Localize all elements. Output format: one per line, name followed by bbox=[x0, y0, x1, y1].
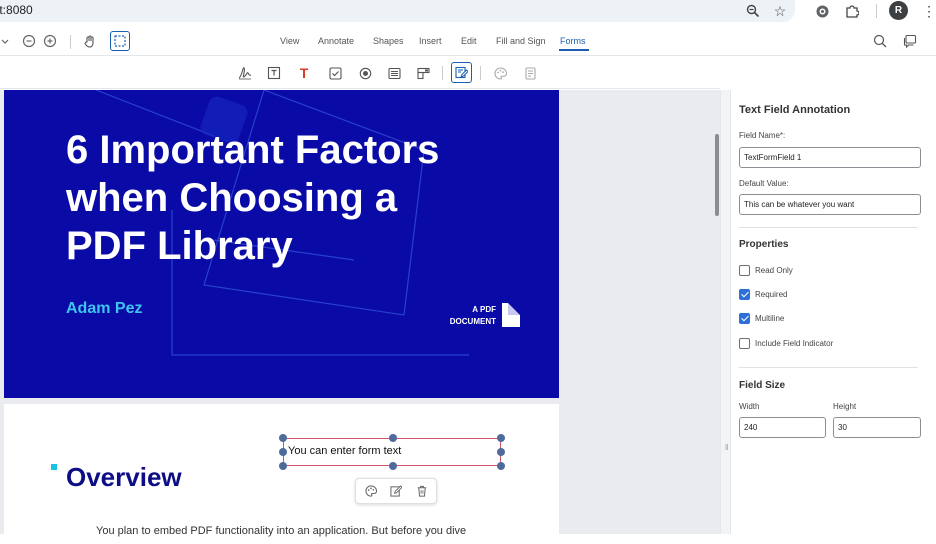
style-palette-icon[interactable] bbox=[362, 482, 380, 500]
field-context-toolbar bbox=[355, 478, 437, 504]
app-menubar: View Annotate Shapes Insert Edit Fill an… bbox=[0, 29, 936, 56]
kebab-menu-icon[interactable]: ⋮ bbox=[920, 2, 936, 20]
height-label: Height bbox=[833, 402, 857, 411]
zoom-icon[interactable] bbox=[744, 2, 762, 20]
multiline-label[interactable]: Multiline bbox=[755, 314, 784, 323]
overview-heading: Overview bbox=[66, 462, 182, 492]
divider bbox=[442, 66, 443, 80]
tab-insert[interactable]: Insert bbox=[419, 36, 442, 46]
panel-title: Text Field Annotation bbox=[739, 104, 851, 116]
active-tab-indicator bbox=[559, 49, 589, 51]
chevron-down-icon[interactable] bbox=[0, 33, 10, 51]
comments-icon[interactable] bbox=[901, 32, 919, 50]
forms-toolbar: T bbox=[0, 57, 720, 89]
list-field-icon[interactable] bbox=[385, 64, 403, 82]
width-input[interactable]: 240 bbox=[739, 417, 826, 438]
resize-handle-se[interactable] bbox=[497, 462, 505, 470]
trash-icon[interactable] bbox=[413, 482, 431, 500]
field-name-input[interactable]: TextFormField 1 bbox=[739, 147, 921, 168]
combo-field-icon[interactable] bbox=[414, 64, 432, 82]
read-only-label[interactable]: Read Only bbox=[755, 266, 793, 275]
url-text[interactable]: host:8080 bbox=[0, 3, 33, 17]
divider bbox=[739, 227, 918, 228]
read-only-checkbox[interactable] bbox=[739, 265, 750, 276]
form-properties-icon[interactable] bbox=[521, 64, 539, 82]
cover-badge-line1: A PDF bbox=[472, 305, 496, 314]
cover-badge: A PDF DOCUMENT bbox=[438, 304, 496, 328]
profile-avatar[interactable]: R bbox=[889, 1, 908, 20]
style-palette-icon[interactable] bbox=[491, 64, 509, 82]
divider bbox=[70, 35, 71, 49]
marquee-select-icon[interactable] bbox=[110, 31, 130, 51]
resize-handle-nw[interactable] bbox=[279, 434, 287, 442]
tab-forms[interactable]: Forms bbox=[560, 36, 586, 46]
document-scrollbar[interactable] bbox=[715, 134, 719, 216]
profile-initial: R bbox=[894, 5, 903, 16]
divider bbox=[876, 4, 877, 18]
heading-bullet bbox=[51, 464, 57, 470]
pdf-page-overview: Overview You plan to embed PDF functiona… bbox=[4, 404, 559, 544]
resize-handle-sw[interactable] bbox=[279, 462, 287, 470]
puzzle-icon[interactable] bbox=[843, 2, 861, 20]
field-name-label: Field Name*: bbox=[739, 131, 786, 140]
pan-hand-icon[interactable] bbox=[81, 32, 99, 50]
radio-field-icon[interactable] bbox=[356, 64, 374, 82]
cover-title-line: when Choosing a bbox=[66, 176, 398, 220]
signature-field-icon[interactable] bbox=[236, 64, 254, 82]
panel-splitter[interactable]: ‖ bbox=[720, 90, 731, 534]
resize-handle-w[interactable] bbox=[279, 448, 287, 456]
edit-pencil-icon[interactable] bbox=[387, 482, 405, 500]
divider bbox=[480, 66, 481, 80]
tab-annotate[interactable]: Annotate bbox=[318, 36, 354, 46]
resize-handle-n[interactable] bbox=[389, 434, 397, 442]
body-paragraph: You plan to embed PDF functionality into… bbox=[96, 525, 467, 537]
annotation-properties-panel: Text Field Annotation Field Name*: TextF… bbox=[731, 90, 936, 534]
resize-handle-s[interactable] bbox=[389, 462, 397, 470]
properties-heading: Properties bbox=[739, 239, 789, 250]
field-size-heading: Field Size bbox=[739, 380, 786, 391]
star-icon[interactable]: ☆ bbox=[771, 2, 789, 20]
divider bbox=[739, 367, 918, 368]
pdf-page-cover: 6 Important Factors when Choosing a PDF … bbox=[4, 90, 559, 398]
extension-icon[interactable] bbox=[813, 2, 831, 20]
width-label: Width bbox=[739, 402, 760, 411]
form-field-text[interactable]: You can enter form text bbox=[288, 445, 401, 457]
multiline-checkbox[interactable] bbox=[739, 313, 750, 324]
default-value-label: Default Value: bbox=[739, 179, 789, 188]
tab-edit[interactable]: Edit bbox=[461, 36, 477, 46]
tab-fill-and-sign[interactable]: Fill and Sign bbox=[496, 36, 546, 46]
include-field-indicator-label[interactable]: Include Field Indicator bbox=[755, 339, 833, 348]
checkbox-field-icon[interactable] bbox=[326, 64, 344, 82]
zoom-in-icon[interactable] bbox=[41, 32, 59, 50]
required-label[interactable]: Required bbox=[755, 290, 787, 299]
zoom-out-icon[interactable] bbox=[20, 32, 38, 50]
search-icon[interactable] bbox=[871, 32, 889, 50]
text-tool-icon[interactable]: T bbox=[295, 64, 313, 82]
cover-title-line: 6 Important Factors bbox=[66, 128, 440, 172]
tab-shapes[interactable]: Shapes bbox=[373, 36, 404, 46]
address-bar[interactable]: host:8080 bbox=[0, 0, 795, 22]
include-field-indicator-checkbox[interactable] bbox=[739, 338, 750, 349]
tab-view[interactable]: View bbox=[280, 36, 299, 46]
browser-toolbar: host:8080 ☆ R ⋮ bbox=[0, 0, 936, 29]
text-field-icon[interactable] bbox=[265, 64, 283, 82]
resize-handle-ne[interactable] bbox=[497, 434, 505, 442]
cover-author: Adam Pez bbox=[66, 300, 143, 317]
default-value-input[interactable]: This can be whatever you want bbox=[739, 194, 921, 215]
document-viewer[interactable]: 6 Important Factors when Choosing a PDF … bbox=[0, 90, 720, 544]
cover-badge-line2: DOCUMENT bbox=[449, 317, 496, 326]
required-checkbox[interactable] bbox=[739, 289, 750, 300]
text-form-field[interactable]: You can enter form text bbox=[279, 434, 505, 470]
form-edit-icon[interactable] bbox=[451, 62, 472, 83]
cover-title-line: PDF Library bbox=[66, 224, 293, 268]
splitter-grip-icon[interactable]: ‖ bbox=[725, 443, 728, 452]
resize-handle-e[interactable] bbox=[497, 448, 505, 456]
height-input[interactable]: 30 bbox=[833, 417, 921, 438]
document-icon bbox=[502, 303, 520, 327]
